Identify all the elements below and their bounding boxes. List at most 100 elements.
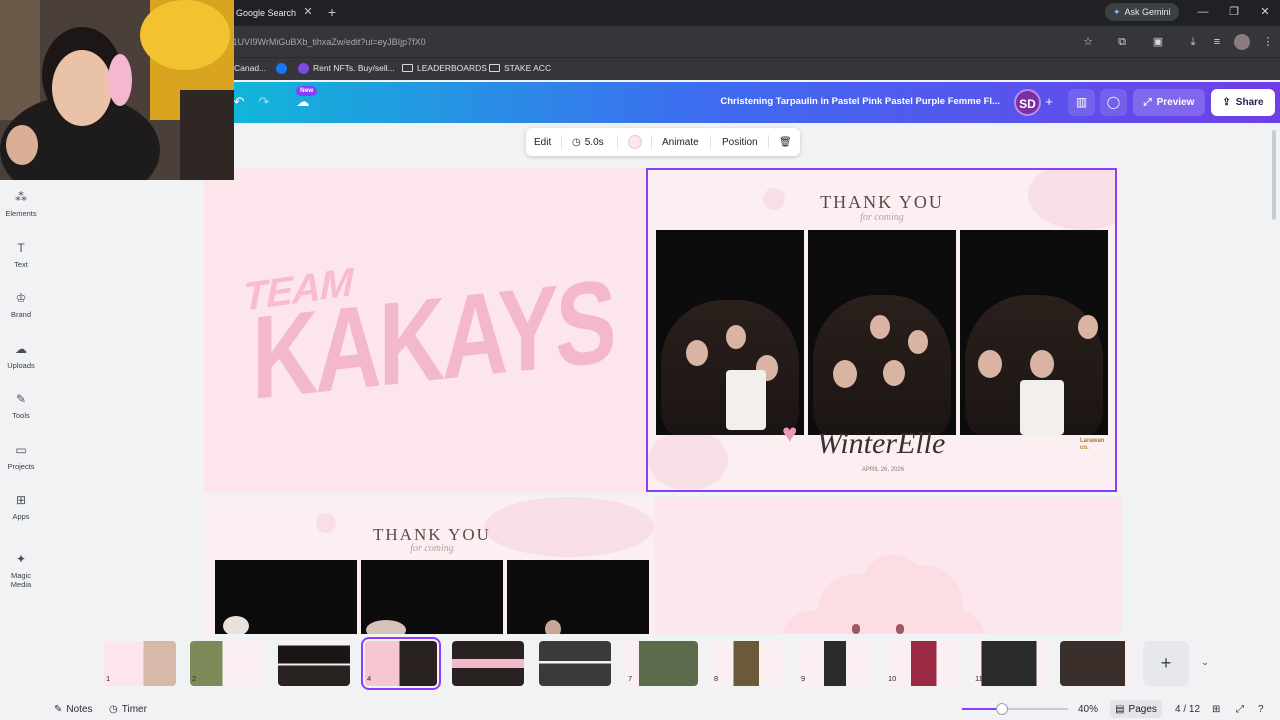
thank-you-title[interactable]: THANK YOU xyxy=(800,192,964,214)
position-label: Position xyxy=(722,136,758,148)
preview-button[interactable]: ⤢ Preview xyxy=(1133,89,1205,116)
bookmark-folder[interactable]: LEADERBOARDS xyxy=(402,59,487,77)
watercolor-wash xyxy=(648,430,728,490)
photo-frame-1[interactable] xyxy=(656,230,804,435)
timer-button[interactable]: ◷ Timer xyxy=(109,702,147,716)
side-panel-item[interactable]: ⁂ Elements xyxy=(0,189,42,231)
brand-logo-text[interactable]: Larawan co. xyxy=(1080,438,1108,452)
lower-thank-you-subtitle[interactable]: for coming xyxy=(381,543,483,557)
edit-label: Edit xyxy=(534,136,552,148)
tab-close-icon[interactable]: ✕ xyxy=(302,4,314,20)
add-collaborator-button[interactable]: + xyxy=(1040,93,1058,111)
page-number: 9 xyxy=(801,674,806,683)
share-label: Share xyxy=(1235,97,1264,108)
insights-icon[interactable]: ▥ xyxy=(1068,89,1095,116)
cast-icon[interactable]: ▣ xyxy=(1150,34,1166,50)
photo-face xyxy=(686,340,708,366)
folder-icon xyxy=(489,64,500,72)
fullscreen-icon[interactable]: ⤢ xyxy=(1236,702,1244,716)
minimize-window-icon[interactable]: — xyxy=(1193,2,1213,22)
page-number: 10 xyxy=(888,674,897,683)
expand-icon: ⤢ xyxy=(1143,97,1152,108)
event-date[interactable]: APRIL 26, 2026 xyxy=(853,467,913,477)
photo-face xyxy=(223,616,249,636)
background-color-swatch[interactable] xyxy=(628,135,642,149)
restore-window-icon[interactable]: ❐ xyxy=(1224,2,1244,22)
side-panel-item[interactable]: ✎ Tools xyxy=(0,391,42,433)
bookmark-item[interactable]: Canad... xyxy=(234,59,266,77)
watercolor-wash xyxy=(763,188,785,210)
pages-button[interactable]: ▤ Pages xyxy=(1110,700,1162,718)
position-button[interactable]: Position xyxy=(722,134,758,150)
pages-icon: ▤ xyxy=(1115,703,1125,715)
duration-button[interactable]: ◷ 5.0s xyxy=(572,134,604,150)
elements-icon: ⁂ xyxy=(15,190,27,204)
zoom-level[interactable]: 40% xyxy=(1078,702,1098,716)
bookmark-item[interactable] xyxy=(276,59,291,77)
webcam-overlay xyxy=(0,0,234,180)
chevron-down-icon[interactable]: ⌄ xyxy=(1198,655,1212,669)
watercolor-wash xyxy=(316,513,336,533)
reading-list-icon[interactable]: ≡ xyxy=(1209,34,1225,50)
edit-button[interactable]: Edit xyxy=(534,134,551,150)
side-panel-item[interactable]: T Text xyxy=(0,240,42,282)
zoom-slider-handle[interactable] xyxy=(996,703,1008,715)
ask-gemini-button[interactable]: ✦ Ask Gemini xyxy=(1105,3,1179,21)
photo-frame-lower-2[interactable] xyxy=(361,560,503,640)
page-number: 1 xyxy=(106,674,111,683)
bookmark-label: STAKE ACC xyxy=(504,63,552,73)
delete-icon[interactable]: 🗑 xyxy=(779,134,792,150)
kakays-text[interactable]: KAKAYS xyxy=(252,255,613,470)
notes-button[interactable]: ✎ Notes xyxy=(54,702,93,716)
side-panel-label: Projects xyxy=(7,462,35,471)
photo-frame-lower-3[interactable] xyxy=(507,560,649,640)
user-avatar[interactable]: SD xyxy=(1014,89,1041,116)
duration-label: 5.0s xyxy=(584,136,604,148)
photo-frame-2[interactable] xyxy=(808,230,956,435)
page-number: 3 xyxy=(280,674,285,683)
redo-icon[interactable]: ↷ xyxy=(255,93,273,111)
document-title[interactable]: Christening Tarpaulin in Pastel Pink Pas… xyxy=(680,92,1000,112)
profile-avatar[interactable] xyxy=(1234,34,1250,50)
bookmark-folder[interactable]: STAKE ACC xyxy=(489,59,551,77)
new-tab-button[interactable]: + xyxy=(324,2,340,22)
grid-view-icon[interactable]: ⊞ xyxy=(1212,702,1220,716)
side-panel-item[interactable]: ⊞ Apps xyxy=(0,492,42,534)
photo-shirt xyxy=(1020,380,1064,435)
photo-frame-lower-1[interactable] xyxy=(215,560,357,640)
design-page-lower-left[interactable] xyxy=(204,497,654,640)
photo-face xyxy=(883,360,905,386)
page-number: 4 xyxy=(367,674,372,683)
side-panel-label: Tools xyxy=(12,411,30,420)
side-panel-item[interactable]: ☁ Uploads xyxy=(0,341,42,383)
page-number: 8 xyxy=(714,674,719,683)
download-icon[interactable]: ⤓ xyxy=(1185,34,1201,50)
photo-frame-3[interactable] xyxy=(960,230,1108,435)
photo-face xyxy=(1078,315,1098,339)
comments-icon[interactable]: ◯ xyxy=(1100,89,1127,116)
side-panel-item[interactable]: ▭ Projects xyxy=(0,442,42,484)
add-page-button[interactable]: + xyxy=(1143,641,1189,686)
more-menu-icon[interactable]: ⋮ xyxy=(1260,34,1276,50)
url-field[interactable]: /1UVI9WrMiGuBXb_tihxaZw/edit?ui=eyJBIjp7… xyxy=(230,32,1070,52)
extensions-icon[interactable]: ⧉ xyxy=(1114,34,1130,50)
toolbar-divider xyxy=(651,135,652,149)
page-number: 6 xyxy=(541,674,546,683)
lower-thank-you-title[interactable]: THANK YOU xyxy=(352,525,512,545)
bookmark-star-icon[interactable]: ☆ xyxy=(1080,34,1096,50)
thank-you-subtitle[interactable]: for coming xyxy=(830,212,934,226)
signature-text[interactable]: WinterElle xyxy=(817,427,947,467)
side-panel-label: Uploads xyxy=(7,361,35,370)
share-button[interactable]: ⇪ Share xyxy=(1211,89,1275,116)
close-window-icon[interactable]: ✕ xyxy=(1255,2,1275,22)
side-panel-item[interactable]: ♔ Brand xyxy=(0,290,42,332)
animate-button[interactable]: Animate xyxy=(662,134,699,150)
page-number: 11 xyxy=(975,674,983,683)
bookmark-item[interactable]: Rent NFTs. Buy/sell... xyxy=(298,59,395,77)
text-icon: T xyxy=(17,241,25,255)
canvas-scrollbar[interactable] xyxy=(1272,130,1276,220)
help-icon[interactable]: ? xyxy=(1258,702,1264,716)
side-panel-item[interactable]: ✦ Magic Media xyxy=(0,551,42,593)
photo-face xyxy=(833,360,857,388)
side-panel-label: Apps xyxy=(12,512,30,521)
